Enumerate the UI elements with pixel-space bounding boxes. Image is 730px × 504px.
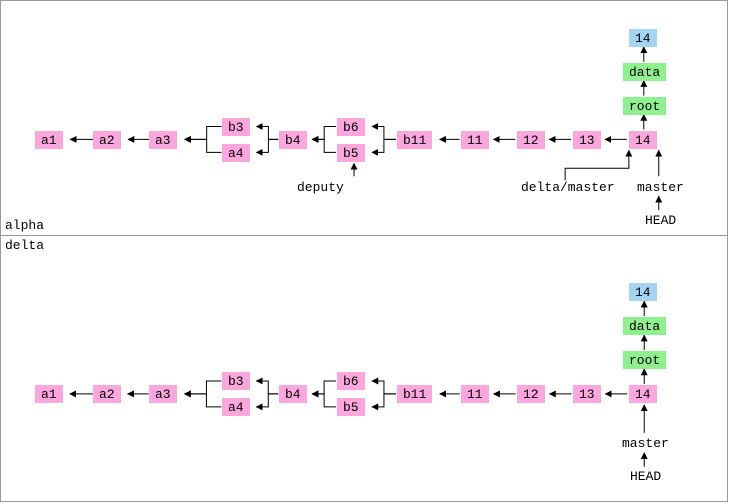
commit-a2-d: a2 <box>93 385 121 403</box>
commit-a4: a4 <box>222 144 250 162</box>
commit-b6: b6 <box>337 118 365 136</box>
commit-11: 11 <box>461 131 489 149</box>
commit-11-d: 11 <box>461 385 489 403</box>
commit-a1-d: a1 <box>35 385 63 403</box>
tree-root-d: root <box>623 351 666 369</box>
panel-alpha-label: alpha <box>5 218 44 233</box>
commit-b4: b4 <box>279 131 307 149</box>
ref-head-alpha: HEAD <box>645 213 676 228</box>
blob-14-d: 14 <box>629 283 657 301</box>
ref-deputy: deputy <box>297 180 344 195</box>
commit-a3-d: a3 <box>149 385 177 403</box>
commit-b5: b5 <box>337 144 365 162</box>
commit-12-d: 12 <box>517 385 545 403</box>
commit-14-d: 14 <box>629 385 657 403</box>
panel-alpha: alpha <box>1 1 727 236</box>
ref-master-delta: master <box>622 436 669 451</box>
commit-a4-d: a4 <box>222 398 250 416</box>
commit-b4-d: b4 <box>279 385 307 403</box>
commit-a2: a2 <box>93 131 121 149</box>
commit-12: 12 <box>517 131 545 149</box>
blob-14: 14 <box>629 29 657 47</box>
panel-delta-label: delta <box>5 238 44 253</box>
ref-delta-master: delta/master <box>521 180 615 195</box>
ref-master-alpha: master <box>637 180 684 195</box>
commit-b6-d: b6 <box>337 372 365 390</box>
commit-b3-d: b3 <box>222 372 250 390</box>
commit-13: 13 <box>573 131 601 149</box>
tree-data-d: data <box>623 317 666 335</box>
commit-a3: a3 <box>149 131 177 149</box>
tree-root: root <box>623 97 666 115</box>
commit-a1: a1 <box>35 131 63 149</box>
panel-delta: delta <box>1 236 727 503</box>
commit-b11: b11 <box>397 131 432 149</box>
tree-data: data <box>623 63 666 81</box>
commit-b11-d: b11 <box>397 385 432 403</box>
delta-arrows <box>1 236 727 503</box>
commit-13-d: 13 <box>573 385 601 403</box>
commit-b5-d: b5 <box>337 398 365 416</box>
diagram-container: alpha <box>0 0 728 502</box>
commit-b3: b3 <box>222 118 250 136</box>
ref-head-delta: HEAD <box>630 469 661 484</box>
commit-14: 14 <box>629 131 657 149</box>
